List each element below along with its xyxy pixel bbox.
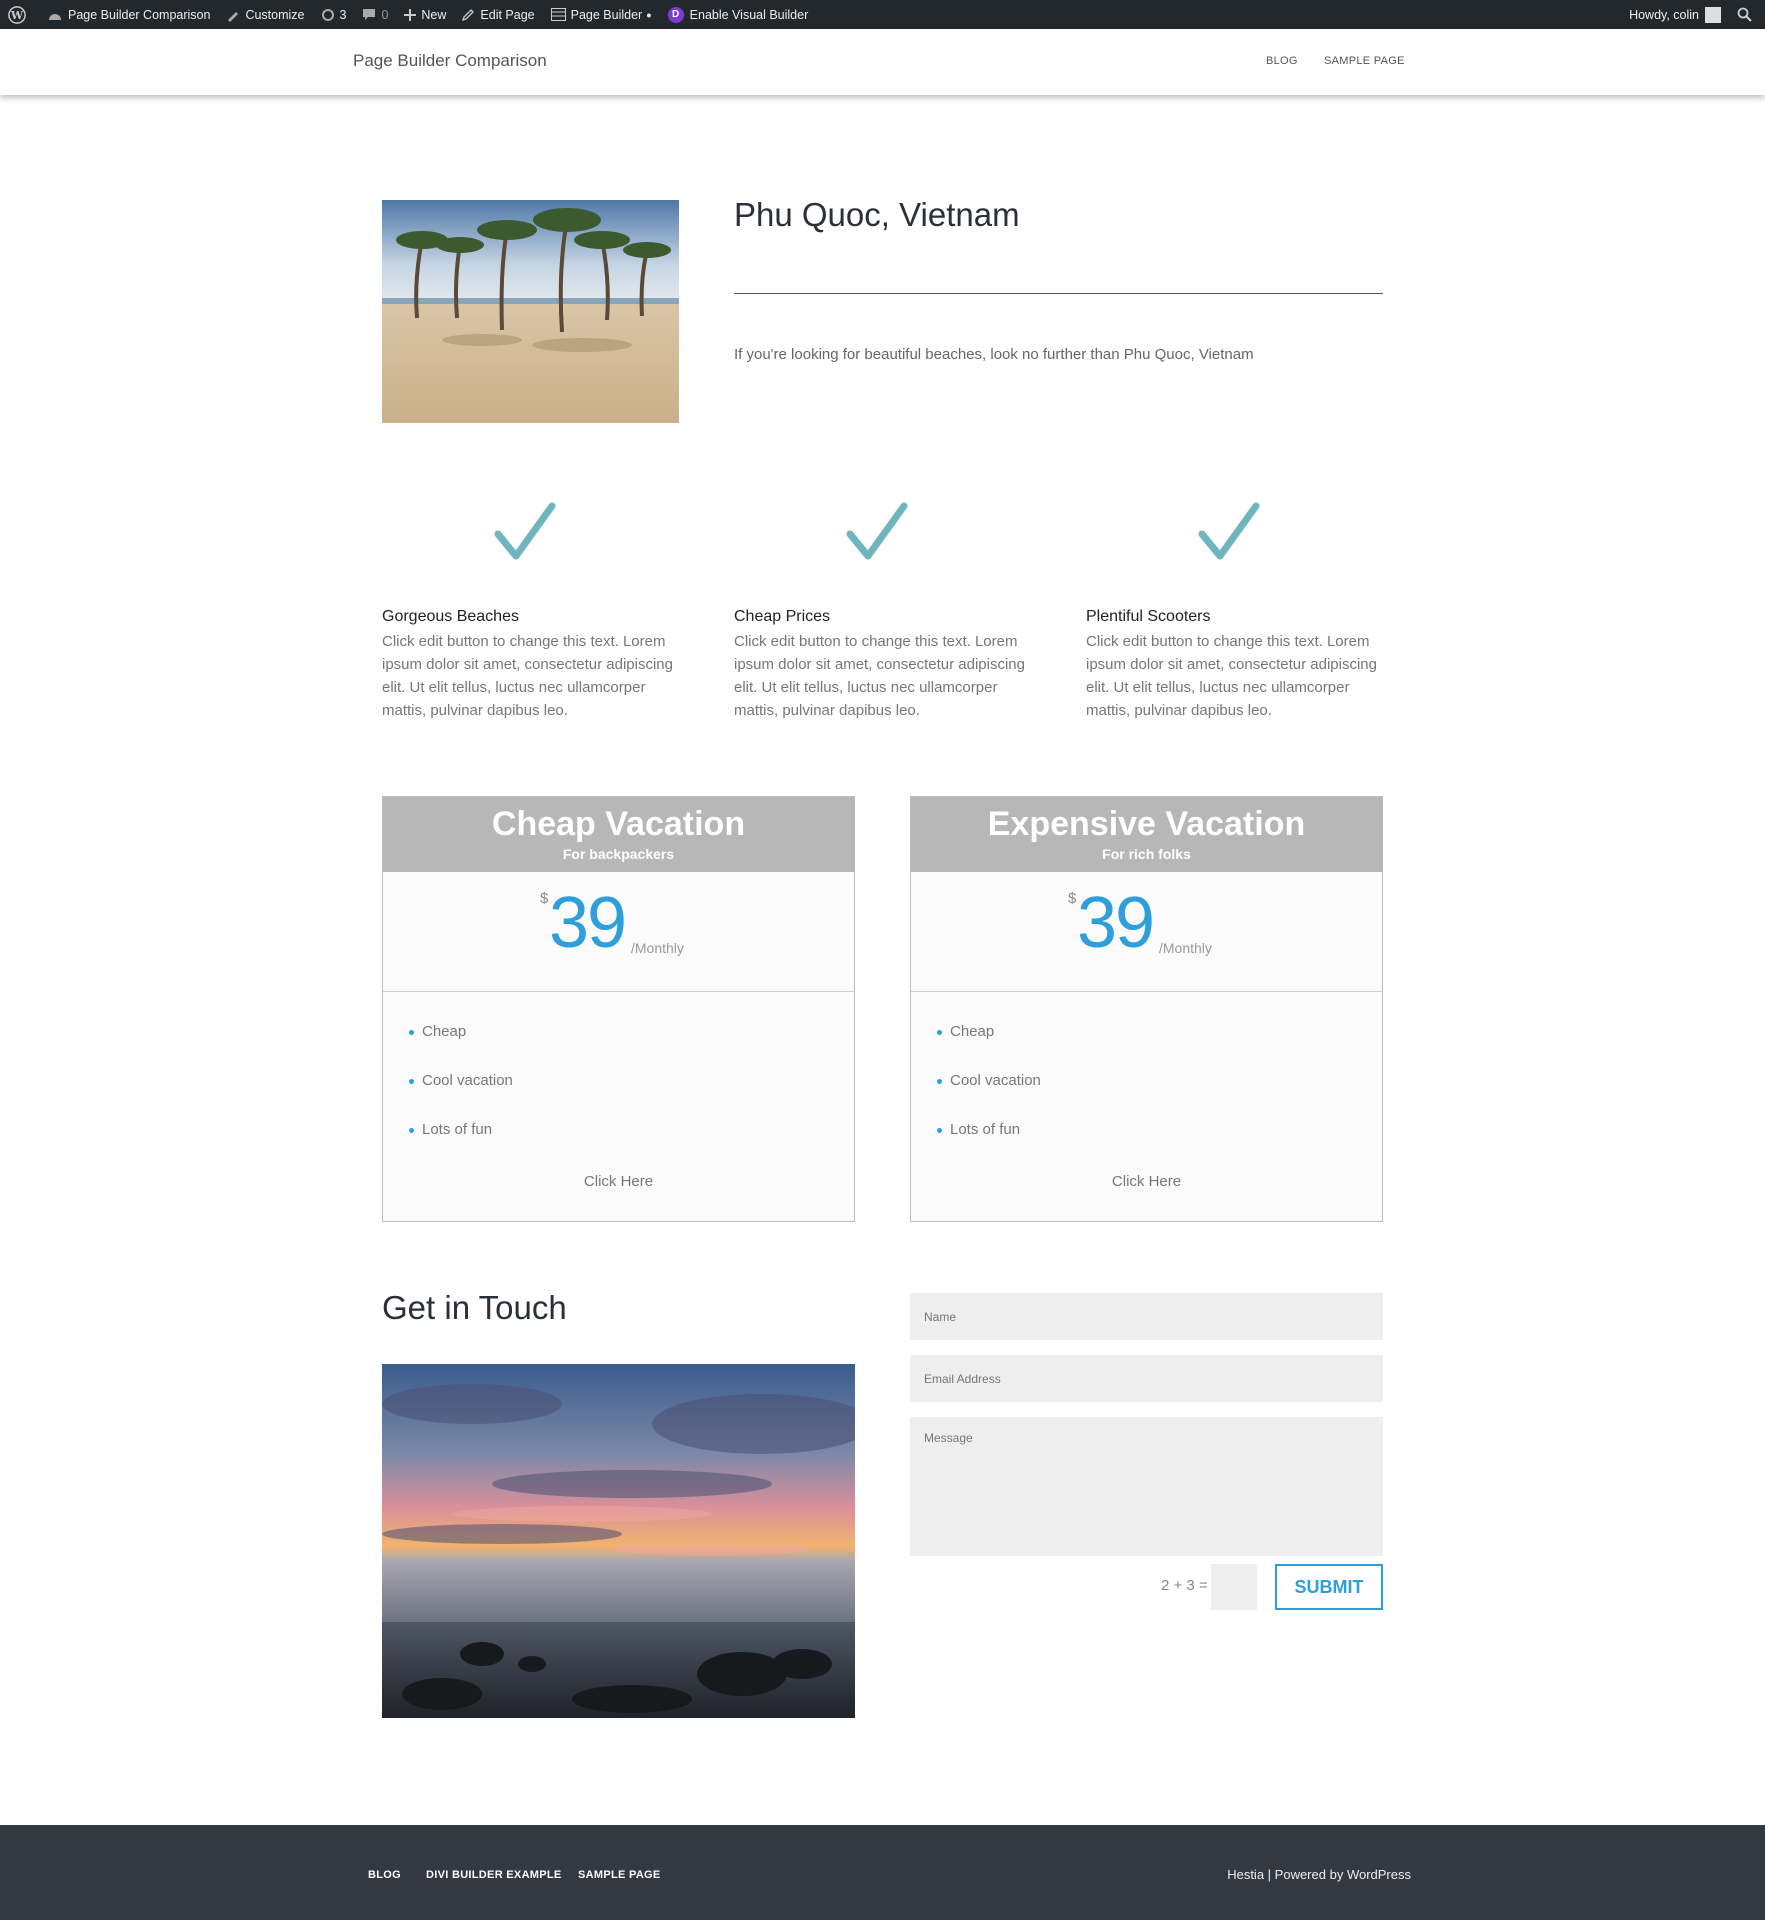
pricing-price: $ 39 /Monthly	[383, 872, 854, 992]
comments-count: 0	[381, 7, 389, 22]
check-icon	[494, 502, 556, 560]
site-footer: BLOG DIVI BUILDER EXAMPLE SAMPLE PAGE He…	[0, 1825, 1765, 1920]
footer-blog-link[interactable]: BLOG	[368, 1869, 401, 1881]
new-label: New	[421, 7, 447, 22]
list-item: Cheap	[409, 1023, 513, 1072]
name-field[interactable]	[910, 1293, 1383, 1340]
captcha-label: 2 + 3 =	[1161, 1577, 1208, 1594]
pricing-table-expensive: Expensive Vacation For rich folks $ 39 /…	[910, 796, 1383, 1222]
plus-icon	[404, 8, 417, 21]
pricing-features: Cheap Cool vacation Lots of fun	[409, 1023, 513, 1170]
site-name-label: Page Builder Comparison	[68, 7, 211, 22]
page-title: Phu Quoc, Vietnam	[734, 196, 1020, 233]
intro-text: If you're looking for beautiful beaches,…	[734, 346, 1254, 363]
feature-title: Gorgeous Beaches	[382, 608, 519, 625]
customize-label: Customize	[245, 7, 305, 22]
visual-builder-label: Enable Visual Builder	[689, 7, 809, 22]
divi-logo-icon: D	[667, 6, 684, 23]
edit-page-label: Edit Page	[480, 7, 535, 22]
contact-title: Get in Touch	[382, 1289, 567, 1326]
credit-separator: | Powered by	[1264, 1867, 1347, 1882]
hestia-link[interactable]: Hestia	[1227, 1867, 1264, 1882]
dropdown-dot-icon: ●	[646, 9, 652, 20]
click-here-button[interactable]: Click Here	[911, 1173, 1382, 1190]
layout-icon	[550, 8, 566, 21]
avatar	[1705, 6, 1721, 23]
visual-builder-button[interactable]: D Enable Visual Builder	[660, 0, 817, 29]
message-field[interactable]	[910, 1417, 1383, 1556]
page-builder-label: Page Builder	[570, 7, 643, 22]
captcha-input[interactable]	[1211, 1564, 1257, 1610]
list-item: Cool vacation	[409, 1072, 513, 1121]
submit-button[interactable]: SUBMIT	[1275, 1564, 1383, 1610]
click-here-button[interactable]: Click Here	[383, 1173, 854, 1190]
sunset-photo	[382, 1364, 855, 1718]
wordpress-icon: W	[8, 5, 26, 24]
feature-title: Cheap Prices	[734, 608, 831, 625]
pricing-header: Cheap Vacation For backpackers	[383, 797, 854, 872]
comments-button[interactable]: 0	[354, 0, 396, 29]
new-content-button[interactable]: New	[396, 0, 454, 29]
page-builder-button[interactable]: Page Builder ●	[543, 0, 660, 29]
pricing-title: Cheap Vacation	[491, 805, 746, 843]
wordpress-logo-button[interactable]: W	[0, 0, 39, 29]
customize-button[interactable]: Customize	[218, 0, 312, 29]
wordpress-link[interactable]: WordPress	[1347, 1867, 1411, 1882]
footer-sample-page-link[interactable]: SAMPLE PAGE	[578, 1869, 661, 1881]
nav-blog-link[interactable]: BLOG	[1266, 55, 1298, 67]
wp-admin-bar: W Page Builder Comparison Customize 3 0 …	[0, 0, 1765, 29]
feature-text: Click edit button to change this text. L…	[382, 633, 673, 719]
feature-title: Plentiful Scooters	[1086, 608, 1211, 625]
site-brand-link[interactable]: Page Builder Comparison	[353, 51, 547, 71]
price-currency: $	[540, 890, 549, 907]
pricing-title: Expensive Vacation	[987, 805, 1306, 843]
brush-icon	[228, 11, 239, 22]
price-period: /Monthly	[631, 940, 684, 956]
nav-sample-page-link[interactable]: SAMPLE PAGE	[1324, 55, 1405, 67]
check-icon	[1198, 502, 1260, 560]
price-amount: 39	[1077, 883, 1155, 963]
site-header: Page Builder Comparison BLOG SAMPLE PAGE	[0, 29, 1765, 95]
edit-page-button[interactable]: Edit Page	[454, 0, 542, 29]
pricing-subtitle: For backpackers	[562, 846, 675, 862]
list-item: Lots of fun	[409, 1121, 513, 1170]
account-button[interactable]: Howdy, colin	[1621, 0, 1729, 29]
comment-icon	[363, 8, 376, 20]
updates-icon	[321, 8, 334, 21]
beach-photo	[382, 200, 679, 423]
check-icon	[846, 502, 908, 560]
list-item: Cool vacation	[937, 1072, 1041, 1121]
pencil-icon	[462, 9, 475, 21]
divider	[734, 293, 1383, 294]
updates-count: 3	[339, 7, 347, 22]
updates-button[interactable]: 3	[313, 0, 355, 29]
price-amount: 39	[549, 883, 627, 963]
search-icon	[1737, 7, 1752, 22]
pricing-features: Cheap Cool vacation Lots of fun	[937, 1023, 1041, 1170]
pricing-header: Expensive Vacation For rich folks	[911, 797, 1382, 872]
price-period: /Monthly	[1159, 940, 1212, 956]
pricing-price: $ 39 /Monthly	[911, 872, 1382, 992]
list-item: Lots of fun	[937, 1121, 1041, 1170]
email-field[interactable]	[910, 1355, 1383, 1402]
footer-divi-builder-link[interactable]: DIVI BUILDER EXAMPLE	[426, 1869, 562, 1881]
greeting-label: Howdy, colin	[1629, 7, 1699, 22]
pricing-table-cheap: Cheap Vacation For backpackers $ 39 /Mon…	[382, 796, 855, 1222]
list-item: Cheap	[937, 1023, 1041, 1072]
pricing-subtitle: For rich folks	[1102, 846, 1191, 862]
feature-text: Click edit button to change this text. L…	[1086, 633, 1377, 719]
search-button[interactable]	[1729, 0, 1765, 29]
dashboard-icon	[49, 13, 61, 20]
site-name-button[interactable]: Page Builder Comparison	[39, 0, 218, 29]
footer-credit: Hestia | Powered by WordPress	[1227, 1867, 1411, 1882]
feature-text: Click edit button to change this text. L…	[734, 633, 1025, 719]
svg-text:W: W	[10, 9, 24, 22]
price-currency: $	[1068, 890, 1077, 907]
